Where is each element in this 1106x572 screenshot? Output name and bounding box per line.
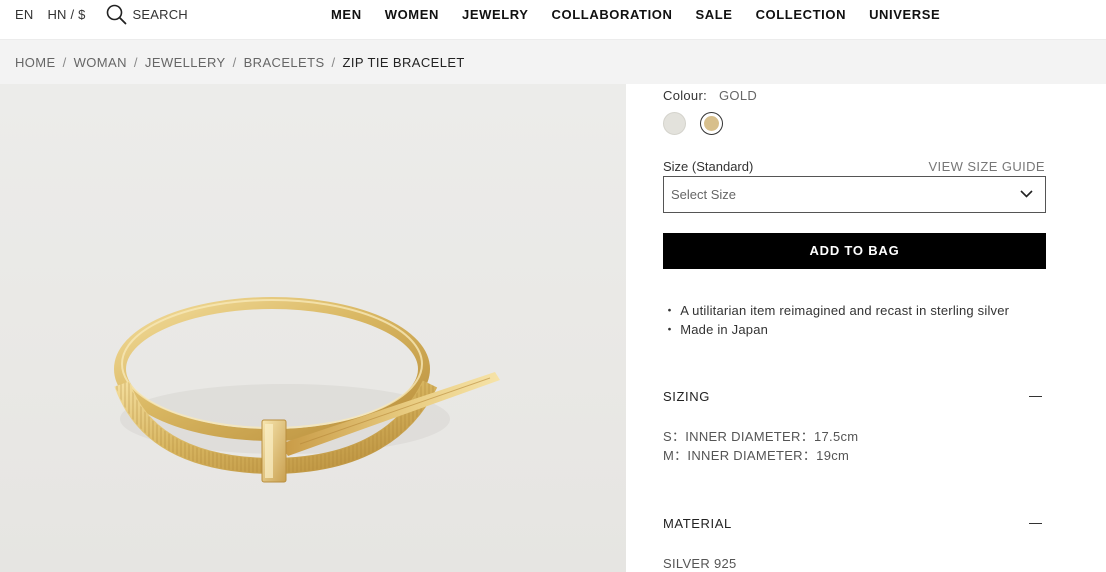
list-item: ・ A utilitarian item reimagined and recas… xyxy=(663,301,1009,320)
main-nav: MEN WOMEN JEWELRY COLLABORATION SALE COL… xyxy=(331,0,963,28)
nav-women[interactable]: WOMEN xyxy=(385,7,439,22)
size-select-placeholder: Select Size xyxy=(671,187,737,202)
breadcrumb-current: ZIP TIE BRACELET xyxy=(342,54,465,70)
language-selector[interactable]: EN xyxy=(15,7,33,22)
nav-men[interactable]: MEN xyxy=(331,7,362,22)
top-header: EN HN / $ SEARCH MEN WOMEN JEWELRY COLLA… xyxy=(0,0,1106,40)
colour-row: Colour: GOLD xyxy=(663,88,757,103)
breadcrumb-jewellery[interactable]: JEWELLERY xyxy=(145,55,226,70)
bullet-dot: ・ xyxy=(663,303,677,318)
sizing-line: S：INNER DIAMETER：17.5cm xyxy=(663,429,859,444)
nav-collaboration[interactable]: COLLABORATION xyxy=(552,7,673,22)
nav-sale[interactable]: SALE xyxy=(695,7,732,22)
material-collapse-minus-icon[interactable] xyxy=(1029,523,1042,524)
breadcrumb-bracelets[interactable]: BRACELETS xyxy=(244,55,325,70)
feature-text: A utilitarian item reimagined and recast… xyxy=(680,303,1010,318)
search-icon xyxy=(106,4,126,24)
chevron-down-icon xyxy=(1020,190,1033,198)
sizing-content: S：INNER DIAMETER：17.5cm M：INNER DIAMETER… xyxy=(663,427,858,465)
breadcrumb-separator: / xyxy=(232,54,237,70)
breadcrumb-separator: / xyxy=(133,54,138,70)
material-content: SILVER 925 xyxy=(663,554,737,572)
product-image[interactable] xyxy=(0,84,626,572)
feature-list: ・ A utilitarian item reimagined and recas… xyxy=(663,301,1009,339)
nav-universe[interactable]: UNIVERSE xyxy=(869,7,940,22)
currency-selector[interactable]: HN / $ xyxy=(47,7,85,22)
breadcrumb-home[interactable]: HOME xyxy=(15,55,56,70)
sizing-line: M：INNER DIAMETER：19cm xyxy=(663,448,850,463)
colour-value: GOLD xyxy=(719,88,758,103)
sizing-title[interactable]: SIZING xyxy=(663,389,710,404)
product-details: Colour: GOLD Size (Standard) VIEW SIZE GU… xyxy=(626,84,1106,572)
swatch-gold[interactable] xyxy=(700,112,723,135)
add-to-bag-button[interactable]: ADD TO BAG xyxy=(663,233,1046,269)
breadcrumb: HOME / WOMAN / JEWELLERY / BRACELETS / Z… xyxy=(15,40,465,84)
sizing-collapse-minus-icon[interactable] xyxy=(1029,396,1042,397)
nav-collection[interactable]: COLLECTION xyxy=(756,7,847,22)
breadcrumb-woman[interactable]: WOMAN xyxy=(74,55,127,70)
size-select[interactable]: Select Size xyxy=(663,176,1046,213)
nav-jewelry[interactable]: JEWELRY xyxy=(462,7,529,22)
material-title[interactable]: MATERIAL xyxy=(663,516,732,531)
bracelet-image xyxy=(114,297,500,483)
swatch-gold-fill xyxy=(704,116,719,131)
breadcrumb-bar: HOME / WOMAN / JEWELLERY / BRACELETS / Z… xyxy=(0,40,1106,84)
size-label: Size (Standard) xyxy=(663,159,754,174)
size-guide-link[interactable]: VIEW SIZE GUIDE xyxy=(928,159,1045,174)
breadcrumb-separator: / xyxy=(331,54,336,70)
search-button[interactable]: SEARCH xyxy=(106,4,188,25)
header-utilities: EN HN / $ SEARCH xyxy=(15,0,188,28)
bullet-dot: ・ xyxy=(663,322,677,337)
feature-text: Made in Japan xyxy=(680,322,769,337)
colour-label: Colour: xyxy=(663,88,708,103)
breadcrumb-separator: / xyxy=(62,54,67,70)
list-item: ・ Made in Japan xyxy=(663,320,1009,339)
material-line: SILVER 925 xyxy=(663,556,737,571)
swatch-silver[interactable] xyxy=(663,112,686,135)
search-label: SEARCH xyxy=(132,6,188,22)
